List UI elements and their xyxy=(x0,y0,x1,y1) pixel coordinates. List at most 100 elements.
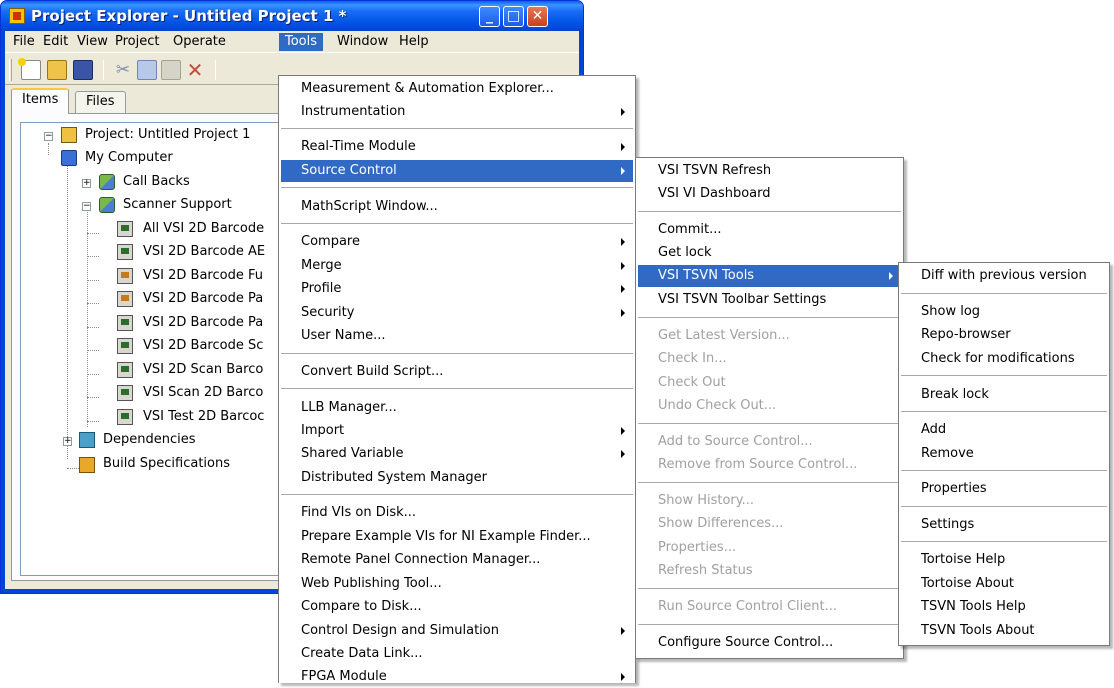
menu-item-instrumentation[interactable]: Instrumentation xyxy=(281,101,633,123)
tree-item-dependencies[interactable]: Dependencies xyxy=(103,430,196,450)
expand-toggle[interactable]: + xyxy=(63,437,72,446)
menu-window[interactable]: Window xyxy=(331,33,394,51)
menu-item-shared-variable[interactable]: Shared Variable xyxy=(281,443,633,465)
menu-item-web-publishing-tool[interactable]: Web Publishing Tool... xyxy=(281,573,633,595)
tree-item-vi[interactable]: VSI 2D Barcode Pa xyxy=(143,289,263,309)
copy-icon[interactable] xyxy=(137,60,157,80)
menu-item-show-log[interactable]: Show log xyxy=(901,301,1107,323)
tree-item-scanner-support[interactable]: Scanner Support xyxy=(123,195,232,215)
maximize-button[interactable]: □ xyxy=(503,6,524,27)
menu-item-measurement-automation-explorer[interactable]: Measurement & Automation Explorer... xyxy=(281,78,633,100)
menu-item-mathscript-window[interactable]: MathScript Window... xyxy=(281,196,633,218)
menu-separator xyxy=(901,541,1107,542)
title-bar[interactable]: Project Explorer - Untitled Project 1 * … xyxy=(1,1,583,31)
menu-item-compare-to-disk[interactable]: Compare to Disk... xyxy=(281,596,633,618)
menu-item-properties[interactable]: Properties xyxy=(901,478,1107,500)
menu-separator xyxy=(638,482,901,483)
menu-item-repo-browser[interactable]: Repo-browser xyxy=(901,324,1107,346)
menu-item-compare[interactable]: Compare xyxy=(281,231,633,253)
menu-item-vsi-tsvn-toolbar-settings[interactable]: VSI TSVN Toolbar Settings xyxy=(638,289,901,311)
menu-item-vsi-vi-dashboard[interactable]: VSI VI Dashboard xyxy=(638,183,901,205)
tree-item-vi[interactable]: VSI Test 2D Barcoc xyxy=(143,407,264,427)
menu-view[interactable]: View xyxy=(71,33,114,51)
menu-item-diff-with-previous-version[interactable]: Diff with previous version xyxy=(901,265,1107,287)
menu-item-distributed-system-manager[interactable]: Distributed System Manager xyxy=(281,467,633,489)
menu-item-profile[interactable]: Profile xyxy=(281,278,633,300)
menu-tools[interactable]: Tools xyxy=(279,33,324,51)
tree-item-my-computer[interactable]: My Computer xyxy=(85,148,173,168)
tree-item-call-backs[interactable]: Call Backs xyxy=(123,172,190,192)
menu-item-control-design-and-simulation[interactable]: Control Design and Simulation xyxy=(281,620,633,642)
save-all-icon[interactable] xyxy=(73,60,93,80)
dependencies-icon xyxy=(79,432,95,448)
tree-item-vi[interactable]: VSI 2D Barcode Sc xyxy=(143,336,263,356)
expand-toggle[interactable]: + xyxy=(82,179,91,188)
menu-item-source-control[interactable]: Source Control xyxy=(281,160,633,182)
menu-help[interactable]: Help xyxy=(393,33,435,51)
menu-item-create-data-link[interactable]: Create Data Link... xyxy=(281,643,633,665)
menu-item-break-lock[interactable]: Break lock xyxy=(901,384,1107,406)
tree-item-vi[interactable]: VSI 2D Barcode Pa xyxy=(143,313,263,333)
menu-item-real-time-module[interactable]: Real-Time Module xyxy=(281,136,633,158)
menu-separator xyxy=(901,506,1107,507)
tree-item-vi[interactable]: VSI 2D Barcode Fu xyxy=(143,266,263,286)
tree-item-build-specifications[interactable]: Build Specifications xyxy=(103,454,230,474)
menu-item-label: TSVN Tools Help xyxy=(921,599,1026,614)
menu-item-check-for-modifications[interactable]: Check for modifications xyxy=(901,348,1107,370)
tab-items[interactable]: Items xyxy=(11,88,70,114)
menu-item-llb-manager[interactable]: LLB Manager... xyxy=(281,397,633,419)
open-icon[interactable] xyxy=(47,60,67,80)
menu-item-convert-build-script[interactable]: Convert Build Script... xyxy=(281,361,633,383)
menu-item-get-lock[interactable]: Get lock xyxy=(638,242,901,264)
menu-item-commit[interactable]: Commit... xyxy=(638,219,901,241)
menu-edit[interactable]: Edit xyxy=(37,33,74,51)
vi-icon xyxy=(117,385,133,401)
tree-item-vi[interactable]: All VSI 2D Barcode xyxy=(143,219,264,239)
menu-item-fpga-module[interactable]: FPGA Module xyxy=(281,666,633,688)
menu-item-configure-source-control[interactable]: Configure Source Control... xyxy=(638,632,901,654)
menu-file[interactable]: File xyxy=(7,33,41,51)
menu-project[interactable]: Project xyxy=(109,33,165,51)
submenu-arrow-icon xyxy=(621,309,625,317)
menu-item-tsvn-tools-help[interactable]: TSVN Tools Help xyxy=(901,596,1107,618)
menu-item-add[interactable]: Add xyxy=(901,419,1107,441)
menu-item-tortoise-about[interactable]: Tortoise About xyxy=(901,573,1107,595)
menu-item-add-to-source-control: Add to Source Control... xyxy=(638,431,901,453)
menu-item-label: FPGA Module xyxy=(301,669,387,684)
menu-item-security[interactable]: Security xyxy=(281,302,633,324)
tab-files[interactable]: Files xyxy=(75,91,126,113)
tree-item-vi[interactable]: VSI Scan 2D Barco xyxy=(143,383,263,403)
menu-item-prepare-example-vis[interactable]: Prepare Example VIs for NI Example Finde… xyxy=(281,526,633,548)
new-icon[interactable] xyxy=(18,58,41,80)
menu-item-label: Show History... xyxy=(658,493,755,508)
menu-item-label: Tortoise Help xyxy=(921,552,1006,567)
minimize-button[interactable]: _ xyxy=(479,6,500,27)
delete-icon[interactable]: ✕ xyxy=(185,60,205,80)
cut-icon[interactable]: ✂ xyxy=(113,60,133,80)
menu-item-remove[interactable]: Remove xyxy=(901,443,1107,465)
menu-item-vsi-tsvn-refresh[interactable]: VSI TSVN Refresh xyxy=(638,160,901,182)
close-button[interactable]: ✕ xyxy=(527,6,548,27)
menu-item-settings[interactable]: Settings xyxy=(901,514,1107,536)
menu-item-label: VSI TSVN Toolbar Settings xyxy=(658,292,827,307)
menu-item-find-vis-on-disk[interactable]: Find VIs on Disk... xyxy=(281,502,633,524)
menu-operate[interactable]: Operate xyxy=(167,33,232,51)
menu-item-tsvn-tools-about[interactable]: TSVN Tools About xyxy=(901,620,1107,642)
toolbar-grip[interactable] xyxy=(9,59,12,81)
menu-item-remote-panel-connection-manager[interactable]: Remote Panel Connection Manager... xyxy=(281,549,633,571)
collapse-toggle[interactable]: − xyxy=(44,132,53,141)
menu-item-vsi-tsvn-tools[interactable]: VSI TSVN Tools xyxy=(638,265,901,287)
tree-item-vi[interactable]: VSI 2D Barcode AE xyxy=(143,242,265,262)
menu-separator xyxy=(281,494,633,495)
menu-item-merge[interactable]: Merge xyxy=(281,255,633,277)
tree-item-project[interactable]: Project: Untitled Project 1 xyxy=(85,125,250,145)
menu-separator xyxy=(638,317,901,318)
tree-item-vi[interactable]: VSI 2D Scan Barco xyxy=(143,360,263,380)
menu-item-import[interactable]: Import xyxy=(281,420,633,442)
collapse-toggle[interactable]: − xyxy=(82,202,91,211)
menu-item-user-name[interactable]: User Name... xyxy=(281,325,633,347)
paste-icon[interactable] xyxy=(161,60,181,80)
menu-item-label: Compare to Disk... xyxy=(301,599,422,614)
menu-item-tortoise-help[interactable]: Tortoise Help xyxy=(901,549,1107,571)
submenu-arrow-icon xyxy=(621,673,625,681)
